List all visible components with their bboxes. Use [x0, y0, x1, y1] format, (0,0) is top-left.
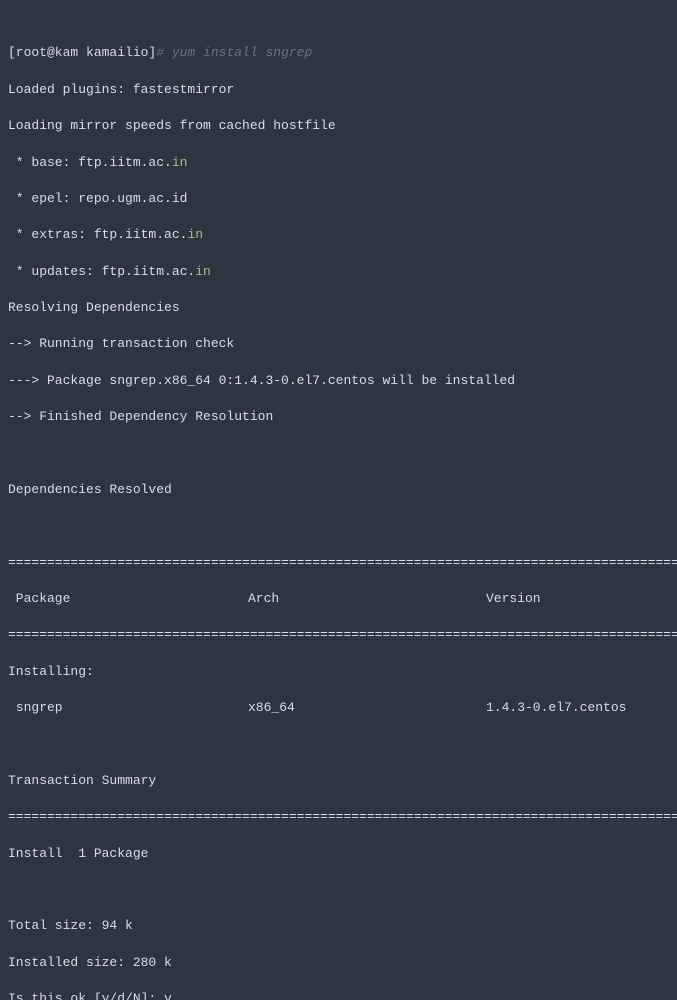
table-rule-mid: ========================================…: [8, 626, 669, 644]
table-header-row: PackageArchVersion: [8, 590, 669, 608]
summary-total-size: Total size: 94 k: [8, 917, 669, 935]
table-cell-version: 1.4.3-0.el7.centos: [486, 699, 646, 717]
output-loaded-plugins: Loaded plugins: fastestmirror: [8, 81, 669, 99]
table-header-package: Package: [8, 590, 248, 608]
table-rule-bottom: ========================================…: [8, 808, 669, 826]
prompt-command: yum install sngrep: [164, 45, 312, 60]
output-pkg-install: ---> Package sngrep.x86_64 0:1.4.3-0.el7…: [8, 372, 669, 390]
mirror-base-suffix: in: [172, 155, 188, 170]
prompt-line: [root@kam kamailio]# yum install sngrep: [8, 44, 669, 62]
output-mirror-epel: * epel: repo.ugm.ac.id: [8, 190, 669, 208]
table-header-version: Version: [486, 590, 646, 608]
blank-line-3: [8, 736, 669, 754]
output-mirror-extras: * extras: ftp.iitm.ac.in: [8, 226, 669, 244]
output-deps-resolved: Dependencies Resolved: [8, 481, 669, 499]
table-cell-arch: x86_64: [248, 699, 486, 717]
output-trans-check: --> Running transaction check: [8, 335, 669, 353]
mirror-updates-suffix: in: [195, 264, 211, 279]
mirror-base-prefix: * base: ftp.iitm.ac.: [8, 155, 172, 170]
blank-line-2: [8, 517, 669, 535]
blank-line-4: [8, 881, 669, 899]
summary-confirm: Is this ok [y/d/N]: y: [8, 990, 669, 1000]
mirror-updates-prefix: * updates: ftp.iitm.ac.: [8, 264, 195, 279]
output-mirror-base: * base: ftp.iitm.ac.in: [8, 154, 669, 172]
table-row: sngrepx86_641.4.3-0.el7.centos: [8, 699, 669, 717]
summary-install-line: Install 1 Package: [8, 845, 669, 863]
output-finished: --> Finished Dependency Resolution: [8, 408, 669, 426]
summary-installed-size: Installed size: 280 k: [8, 954, 669, 972]
output-mirror-updates: * updates: ftp.iitm.ac.in: [8, 263, 669, 281]
table-installing-label: Installing:: [8, 663, 669, 681]
mirror-extras-prefix: * extras: ftp.iitm.ac.: [8, 227, 187, 242]
table-cell-package: sngrep: [8, 699, 248, 717]
output-loading-mirror: Loading mirror speeds from cached hostfi…: [8, 117, 669, 135]
prompt-hash: #: [156, 45, 164, 60]
table-header-arch: Arch: [248, 590, 486, 608]
prompt-userhost: [root@kam kamailio]: [8, 45, 156, 60]
mirror-extras-suffix: in: [187, 227, 203, 242]
output-resolving: Resolving Dependencies: [8, 299, 669, 317]
summary-title: Transaction Summary: [8, 772, 669, 790]
table-rule-top: ========================================…: [8, 554, 669, 572]
blank-line-1: [8, 445, 669, 463]
